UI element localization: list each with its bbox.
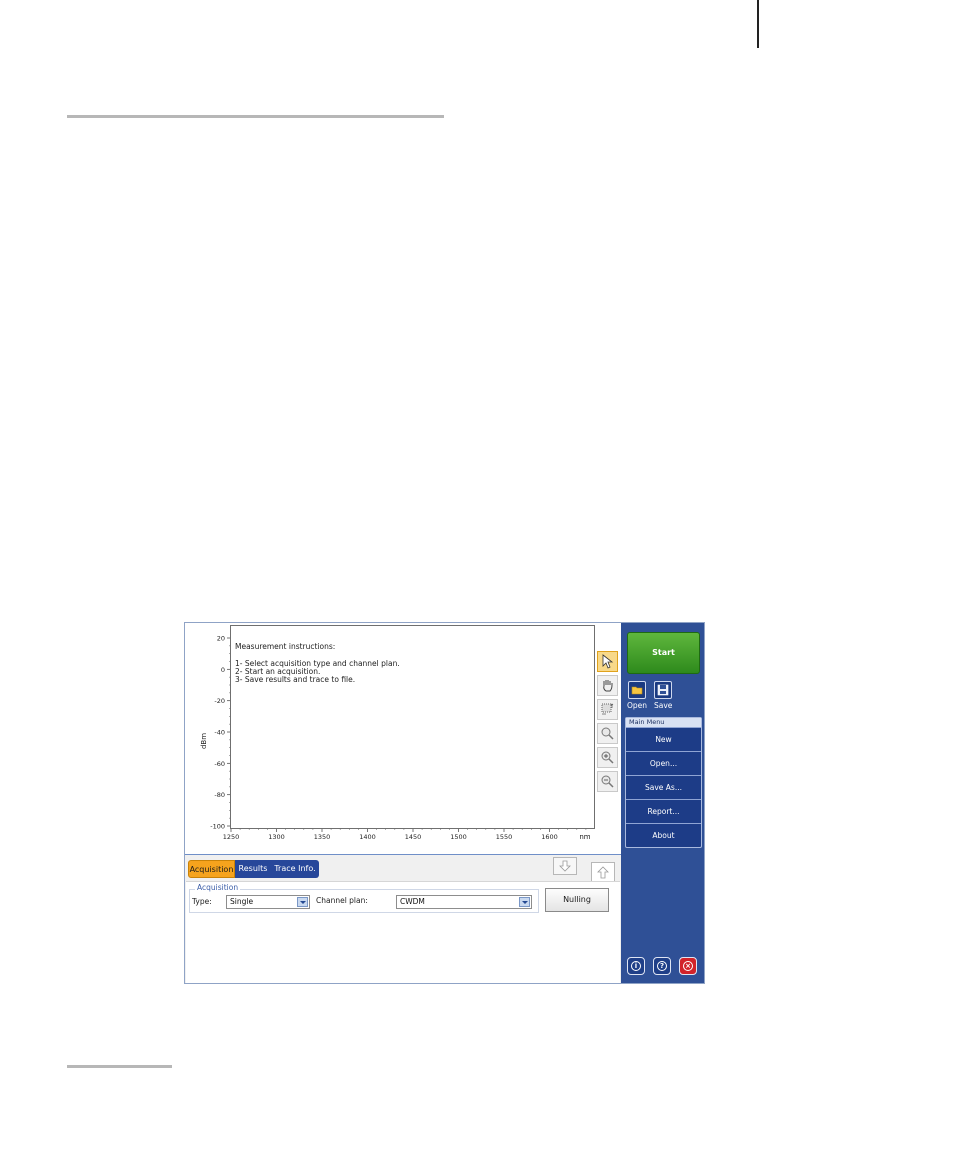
x-tick-label: 1500 (450, 833, 467, 841)
menu-item-report[interactable]: Report... (626, 799, 701, 823)
zoom-reset-icon (601, 727, 614, 740)
x-tick-label: 1550 (496, 833, 513, 841)
page-edge-line (757, 0, 759, 48)
menu-item-about[interactable]: About (626, 823, 701, 847)
x-tick-label: 1300 (268, 833, 285, 841)
menu-item-new[interactable]: New (626, 727, 701, 751)
channel-plan-value: CWDM (400, 897, 425, 906)
channel-plan-select[interactable]: CWDM (396, 895, 532, 909)
close-icon: × (683, 961, 693, 971)
zoom-out-icon (601, 775, 614, 788)
tab-results[interactable]: Results (235, 860, 271, 878)
arrow-down-icon (559, 860, 571, 872)
menu-item-save-as[interactable]: Save As... (626, 775, 701, 799)
help-button[interactable]: ? (653, 957, 671, 975)
chevron-down-icon (297, 897, 308, 907)
zoom-reset-button[interactable] (597, 723, 618, 744)
plot-canvas[interactable] (230, 625, 595, 829)
instruction-step-3: 3- Save results and trace to file. (235, 675, 356, 684)
x-tick-label: 1450 (405, 833, 422, 841)
folder-open-icon (631, 686, 643, 695)
page-rule-top (67, 115, 444, 118)
acquisition-group: Acquisition Type: Single Channel plan: C… (189, 883, 539, 913)
type-select-value: Single (230, 897, 254, 906)
bottom-panel: Acquisition Results Trace Info. Acquisit… (185, 854, 621, 983)
main-menu-title: Main Menu (626, 718, 701, 727)
menu-item-open[interactable]: Open... (626, 751, 701, 775)
y-tick-label: -80 (214, 791, 225, 799)
instructions-title: Measurement instructions: (235, 642, 336, 651)
tab-acquisition[interactable]: Acquisition (188, 860, 235, 878)
expand-panel-button[interactable] (591, 862, 615, 882)
zoom-in-icon (601, 751, 614, 764)
main-menu: Main Menu New Open... Save As... Report.… (625, 717, 702, 848)
zoom-in-button[interactable] (597, 747, 618, 768)
arrow-up-icon (597, 866, 609, 879)
save-button[interactable] (654, 681, 672, 699)
exit-button[interactable]: × (679, 957, 697, 975)
y-tick-label: -100 (210, 823, 225, 831)
pointer-tool-button[interactable] (597, 651, 618, 672)
save-label: Save (654, 701, 673, 710)
y-tick-label: -20 (214, 697, 225, 705)
help-icon: ? (657, 961, 667, 971)
open-button[interactable] (628, 681, 646, 699)
zoom-area-button[interactable] (597, 699, 618, 720)
collapse-panel-button[interactable] (553, 857, 577, 875)
open-label: Open (627, 701, 648, 710)
y-axis-label: dBm (200, 733, 208, 749)
hand-pan-icon (603, 680, 613, 692)
x-tick-label: 1400 (359, 833, 376, 841)
floppy-disk-icon (657, 684, 669, 696)
x-tick-label: 1600 (541, 833, 558, 841)
x-axis-unit: nm (579, 833, 590, 841)
y-tick-label: 20 (217, 635, 225, 643)
tab-trace-info[interactable]: Trace Info. (271, 860, 319, 878)
info-icon: i (631, 961, 641, 971)
graph-area: 20 0 -20 -40 -60 -80 -100 1250 1300 1350 1400 1450… (185, 623, 621, 854)
start-button[interactable]: Start (627, 632, 700, 674)
page-rule-bottom (67, 1065, 172, 1068)
right-sidebar: Start Open Save Main Menu New Open... Sa… (621, 623, 704, 983)
pan-tool-button[interactable] (597, 675, 618, 696)
application-window: 20 0 -20 -40 -60 -80 -100 1250 1300 1350 1400 1450… (184, 622, 705, 984)
y-tick-label: -60 (214, 760, 225, 768)
info-button[interactable]: i (627, 957, 645, 975)
y-tick-label: 0 (221, 666, 225, 674)
channel-plan-label: Channel plan: (316, 896, 368, 905)
type-select[interactable]: Single (226, 895, 310, 909)
zoom-area-icon (601, 703, 614, 715)
zoom-out-button[interactable] (597, 771, 618, 792)
nulling-button[interactable]: Nulling (545, 888, 609, 912)
acquisition-content: Acquisition Type: Single Channel plan: C… (186, 881, 620, 983)
acquisition-group-title: Acquisition (195, 883, 241, 892)
chevron-down-icon (519, 897, 530, 907)
x-tick-label: 1250 (223, 833, 240, 841)
type-label: Type: (192, 897, 212, 906)
y-tick-label: -40 (214, 729, 225, 737)
pointer-icon (602, 654, 614, 669)
x-tick-label: 1350 (314, 833, 331, 841)
